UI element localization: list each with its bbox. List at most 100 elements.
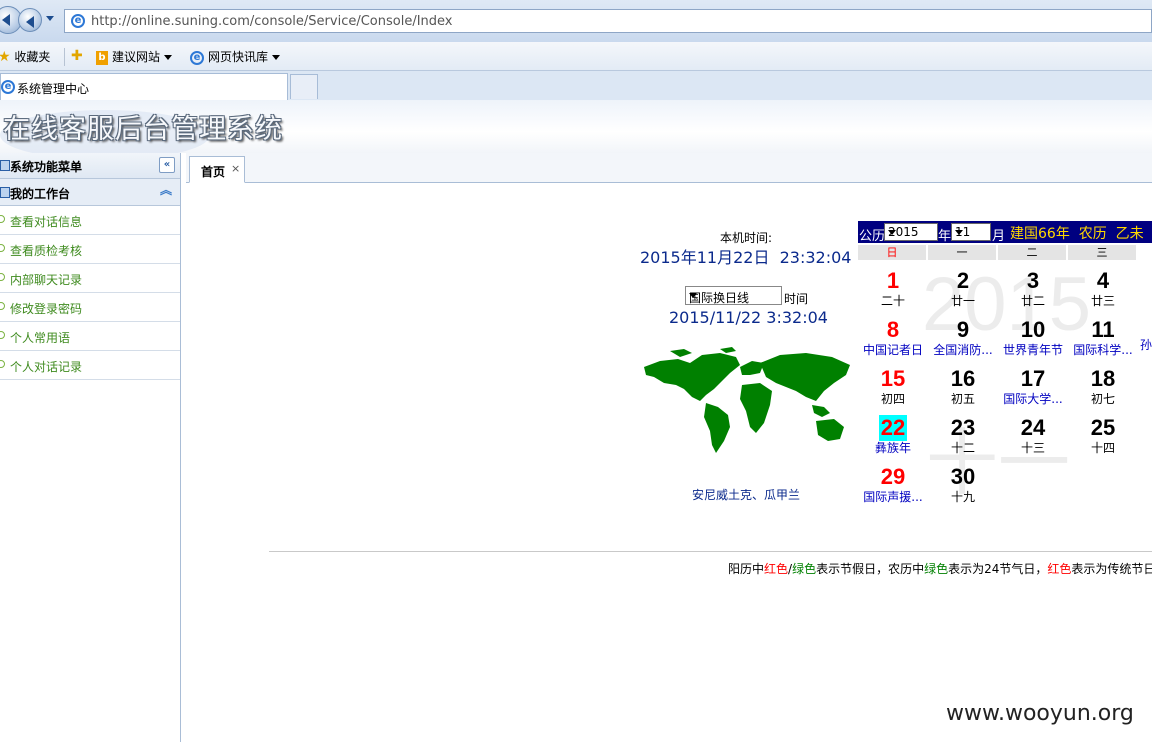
content-tab-bar: 首页 × (186, 153, 1152, 183)
day-number: 4 (1096, 268, 1110, 293)
day-number: 15 (880, 366, 906, 391)
close-icon[interactable]: × (231, 162, 240, 175)
calendar-day[interactable]: 3 廿二 (998, 263, 1068, 312)
calendar-day[interactable]: 16 初五 (928, 361, 998, 410)
collapse-sidebar-icon[interactable]: « (159, 157, 175, 173)
new-tab-button[interactable] (290, 74, 318, 99)
calendar-day[interactable]: 1 二十 (858, 263, 928, 312)
legend-text: 表示节假日，农历中 (816, 562, 925, 576)
calendar-day[interactable]: 15 初四 (858, 361, 928, 410)
sidebar-item-view-conversations[interactable]: 查看对话信息 (0, 206, 180, 235)
workbench-icon (0, 187, 10, 198)
calendar-day[interactable]: 29 国际声援... (858, 459, 928, 508)
app-title: 在线客服后台管理系统 (3, 114, 283, 145)
chevron-down-icon (272, 55, 281, 60)
web-slice-gallery-link[interactable]: e 网页快讯库 (190, 48, 281, 65)
calendar-day[interactable]: 4 廿三 (1068, 263, 1138, 312)
day-subtext: 初五 (950, 392, 975, 406)
chevron-up-icon[interactable]: ︽ (160, 183, 172, 197)
day-subtext: 廿二 (1020, 294, 1045, 308)
tab-home[interactable]: 首页 × (189, 156, 245, 183)
sidebar-item-label: 修改登录密码 (10, 302, 83, 316)
day-number: 29 (880, 464, 906, 489)
sidebar-item-change-password[interactable]: 修改登录密码 (0, 293, 180, 322)
suggested-sites-link[interactable]: b 建议网站 (96, 48, 173, 65)
calendar-day[interactable]: 17 国际大学... (998, 361, 1068, 410)
calendar-day[interactable]: 10 世界青年节 (998, 312, 1068, 361)
chevron-down-icon (689, 293, 697, 298)
forward-button[interactable] (18, 8, 42, 32)
legend-text: 表示为24节气日， (948, 562, 1048, 576)
sidebar-title: 系统功能菜单 (10, 160, 83, 174)
history-dropdown-icon[interactable] (46, 16, 54, 21)
legend-red: 红色 (764, 562, 789, 576)
sidebar: 系统功能菜单 « 我的工作台 ︽ 查看对话信息 查看质检考核 内部聊天记录 修改… (0, 153, 181, 742)
chevron-down-icon (164, 55, 173, 60)
bullet-icon (0, 360, 5, 368)
add-star-icon: ✚ (71, 48, 83, 64)
day-number: 10 (1020, 317, 1046, 342)
day-number: 24 (1020, 415, 1046, 440)
day-subtext: 初四 (880, 392, 905, 406)
browser-tab-title: 系统管理中心 (17, 82, 90, 96)
calendar-day[interactable]: 18 初七 (1068, 361, 1138, 410)
month-select[interactable]: 11 (951, 223, 991, 241)
calendar-day[interactable]: 30 十九 (928, 459, 998, 508)
sidebar-item-label: 内部聊天记录 (10, 273, 83, 287)
sidebar-item-phrases[interactable]: 个人常用语 (0, 322, 180, 351)
calendar-day[interactable]: 9 全国消防... (928, 312, 998, 361)
timezone-value: 国际换日线 (689, 291, 750, 305)
calendar-day[interactable]: 8 中国记者日 (858, 312, 928, 361)
favorites-bar: ★ 收藏夹 ✚ b 建议网站 e 网页快讯库 (0, 42, 1152, 71)
calendar-day-today[interactable]: 22 彝族年 (858, 410, 928, 459)
day-number: 2 (956, 268, 970, 293)
back-arrow-icon (2, 14, 10, 26)
weekday-wed: 三 (1068, 245, 1136, 260)
weekday-mon: 一 (928, 245, 996, 260)
calendar-day[interactable]: 25 十四 (1068, 410, 1138, 459)
sidebar-item-label: 个人对话记录 (10, 360, 83, 374)
lunar-year-info: 建国66年 农历 乙未 (1010, 226, 1144, 242)
day-number: 30 (950, 464, 976, 489)
day-subtext: 十四 (1090, 441, 1115, 455)
sidebar-item-quality-check[interactable]: 查看质检考核 (0, 235, 180, 264)
calendar-day[interactable]: 23 十二 (928, 410, 998, 459)
add-favorite-icon[interactable]: ✚ (71, 48, 83, 64)
sidebar-header: 系统功能菜单 « (0, 153, 180, 179)
browser-tab[interactable]: e 系统管理中心 (0, 73, 288, 100)
divider (269, 551, 1152, 552)
year-select[interactable]: 2015 (884, 223, 938, 241)
year-label: 年 (938, 229, 952, 244)
browser-toolbar: e http://online.suning.com/console/Servi… (0, 0, 1152, 42)
day-subtext: 孙 (1140, 338, 1152, 352)
world-map (644, 347, 850, 453)
workbench-header[interactable]: 我的工作台 ︽ (0, 179, 180, 206)
bullet-icon (0, 215, 5, 223)
calendar-header: 公历 2015 年 11 月 建国66年 农历 乙未 (858, 221, 1152, 244)
watermark: www.wooyun.org (946, 701, 1134, 726)
divider (64, 48, 65, 66)
sidebar-item-label: 查看质检考核 (10, 244, 83, 258)
sidebar-item-internal-chat[interactable]: 内部聊天记录 (0, 264, 180, 293)
address-text[interactable]: http://online.suning.com/console/Service… (91, 14, 453, 29)
sidebar-item-my-conversations[interactable]: 个人对话记录 (0, 351, 180, 380)
day-subtext: 国际大学... (1003, 392, 1063, 406)
timezone-select[interactable]: 国际换日线 (685, 286, 782, 305)
calendar-day[interactable]: 24 十三 (998, 410, 1068, 459)
ie-page-icon: e (71, 14, 85, 28)
gongli-label: 公历 (859, 229, 886, 244)
address-bar[interactable]: e http://online.suning.com/console/Servi… (64, 9, 1152, 33)
day-number: 22 (878, 415, 908, 441)
day-number: 16 (950, 366, 976, 391)
day-subtext: 二十 (880, 294, 905, 308)
calendar-day[interactable]: 2 廿一 (928, 263, 998, 312)
forward-arrow-icon (26, 16, 34, 28)
timezone-city: 安尼威土克、瓜甲兰 (692, 488, 801, 502)
menu-icon (0, 160, 10, 171)
favorites-button[interactable]: ★ 收藏夹 (0, 48, 50, 65)
legend-red: 红色 (1047, 562, 1072, 576)
weekday-bar: 日 一 二 三 (858, 245, 1152, 260)
day-subtext: 十九 (950, 490, 975, 504)
month-label: 月 (992, 229, 1006, 244)
calendar-day-partial[interactable]: 孙 (1128, 312, 1152, 361)
